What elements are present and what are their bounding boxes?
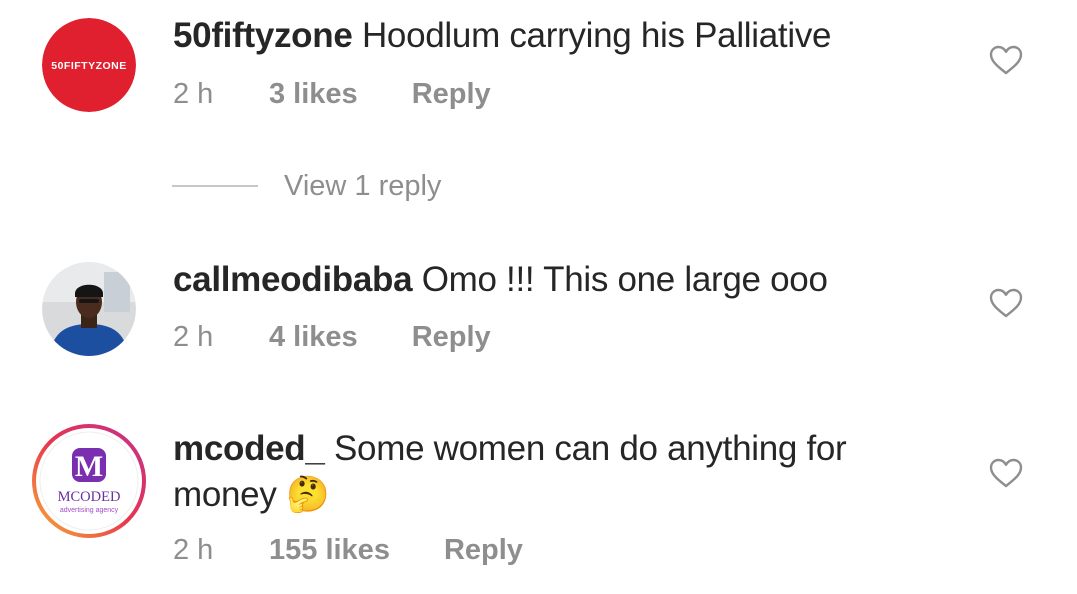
- view-replies-divider: [172, 185, 258, 187]
- view-replies-label: View 1 reply: [284, 169, 442, 202]
- thinking-face-emoji: 🤔: [286, 475, 330, 514]
- comment-likes[interactable]: 3 likes: [269, 78, 358, 111]
- avatar-logo-text: MCODED: [58, 489, 121, 505]
- comment-username[interactable]: 50fiftyzone: [173, 16, 353, 55]
- comment-username[interactable]: callmeodibaba: [173, 260, 413, 299]
- avatar[interactable]: M MCODED advertising agency: [30, 422, 148, 540]
- reply-button[interactable]: Reply: [412, 321, 491, 354]
- comment-text-block: mcoded_ Some women can do anything for m…: [173, 426, 893, 518]
- heart-icon[interactable]: [989, 45, 1023, 75]
- reply-button[interactable]: Reply: [412, 78, 491, 111]
- comment-text-block: callmeodibaba Omo !!! This one large ooo: [173, 257, 933, 303]
- comment-likes[interactable]: 155 likes: [269, 534, 390, 567]
- comment-username[interactable]: mcoded_: [173, 429, 325, 468]
- comment-body: Hoodlum carrying his Palliative: [361, 16, 832, 55]
- avatar-logo-text: 50FIFTYZONE: [51, 60, 127, 72]
- comment-likes[interactable]: 4 likes: [269, 321, 358, 354]
- heart-icon[interactable]: [989, 458, 1023, 488]
- avatar[interactable]: 50FIFTYZONE: [42, 18, 136, 112]
- reply-button[interactable]: Reply: [444, 534, 523, 567]
- svg-text:M: M: [75, 450, 103, 483]
- comment-text-block: 50fiftyzone Hoodlum carrying his Palliat…: [173, 13, 933, 59]
- comment-meta: 2 h 155 likes Reply: [173, 534, 523, 567]
- comment-time: 2 h: [173, 534, 214, 566]
- comment-meta: 2 h 3 likes Reply: [173, 78, 491, 111]
- comment-meta: 2 h 4 likes Reply: [173, 321, 491, 354]
- avatar[interactable]: [42, 262, 136, 356]
- avatar-logo-subtext: advertising agency: [60, 507, 119, 514]
- comment-time: 2 h: [173, 78, 214, 110]
- heart-icon[interactable]: [989, 288, 1023, 318]
- comment-body: Omo !!! This one large ooo: [421, 260, 828, 299]
- comment-time: 2 h: [173, 321, 214, 353]
- view-replies-button[interactable]: View 1 reply: [172, 166, 441, 206]
